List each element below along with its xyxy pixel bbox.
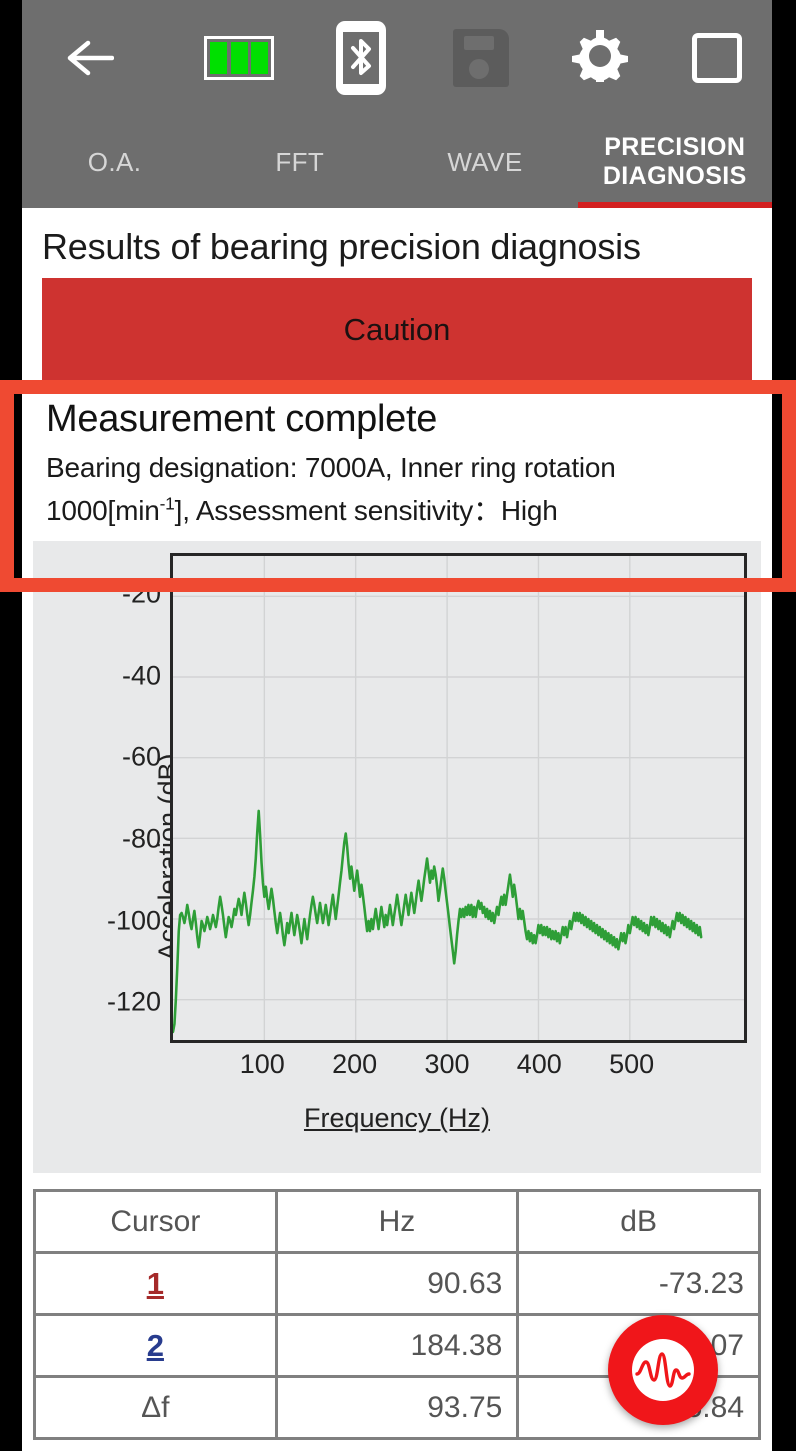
battery-cell: [210, 42, 227, 74]
chart-x-axis-ticks: 100 200 300 400 500: [170, 1049, 747, 1089]
tab-label-line1: PRECISION: [604, 133, 746, 161]
tab-precision-diagnosis[interactable]: PRECISION DIAGNOSIS: [577, 116, 772, 208]
tab-bar: O.A. FFT WAVE PRECISION DIAGNOSIS: [22, 116, 772, 208]
save-button[interactable]: [448, 0, 514, 116]
x-tick-label: 500: [609, 1049, 655, 1079]
tab-wave-label: WAVE: [447, 146, 523, 177]
bluetooth-icon: [336, 21, 386, 95]
tab-oa-label: O.A.: [87, 146, 142, 177]
sensitivity-text: ], Assessment sensitivity：High: [174, 495, 558, 527]
measurement-detail-line1: Bearing designation: 7000A, Inner ring r…: [46, 451, 616, 483]
col-header-hz: Hz: [274, 1189, 520, 1254]
rotation-value: 1000[min: [46, 495, 160, 527]
cell-hz: 184.38: [274, 1313, 520, 1378]
cell-cursor[interactable]: 2: [33, 1313, 278, 1378]
waveform-pulse-icon: [632, 1339, 694, 1401]
device-screen: O.A. FFT WAVE PRECISION DIAGNOSIS Result…: [0, 0, 796, 1451]
tab-wave[interactable]: WAVE: [392, 116, 577, 208]
stop-square-icon: [692, 33, 742, 83]
measure-fab-button[interactable]: [608, 1315, 718, 1425]
tab-active-indicator: [577, 202, 772, 208]
x-tick-label: 100: [239, 1049, 285, 1079]
save-floppy-icon: [453, 29, 509, 87]
measurement-heading: Measurement complete: [46, 398, 438, 440]
cell-db: -73.23: [516, 1251, 761, 1316]
y-tick-label: -100: [106, 905, 161, 935]
page-title: Results of bearing precision diagnosis: [42, 226, 641, 267]
status-badge: Caution: [42, 278, 752, 390]
cursor-marker-2: 2: [146, 1327, 164, 1363]
y-tick-label: -80: [121, 823, 161, 854]
spectrum-chart[interactable]: Acceleration (dB) -20 -40 -60 -80 -100 -120 1…: [33, 541, 761, 1173]
table-row[interactable]: 1 90.63 -73.23: [33, 1251, 761, 1316]
x-tick-label: 300: [424, 1049, 470, 1079]
cell-hz: 90.63: [274, 1251, 520, 1316]
x-tick-label: 400: [516, 1049, 562, 1079]
cursor-delta-label: Δf: [141, 1390, 170, 1424]
x-tick-label: 200: [332, 1049, 378, 1079]
cursor-marker-1: 1: [146, 1265, 164, 1301]
tab-oa[interactable]: O.A.: [22, 116, 207, 208]
cell-cursor[interactable]: Δf: [33, 1375, 278, 1440]
cell-hz: 93.75: [274, 1375, 520, 1440]
cell-cursor[interactable]: 1: [33, 1251, 278, 1316]
chart-svg: [173, 556, 744, 1040]
battery-cell: [251, 42, 268, 74]
tab-precision-diagnosis-label: PRECISION DIAGNOSIS: [603, 133, 747, 191]
chart-y-axis-ticks: -20 -40 -60 -80 -100 -120: [73, 553, 161, 1043]
battery-cell: [230, 42, 248, 74]
col-header-db: dB: [516, 1189, 761, 1254]
stop-button[interactable]: [684, 0, 750, 116]
battery-indicator: [196, 0, 282, 116]
bluetooth-glyph-bg: [343, 32, 379, 84]
chart-plot-area[interactable]: [170, 553, 747, 1043]
app-content: O.A. FFT WAVE PRECISION DIAGNOSIS Result…: [22, 0, 772, 1451]
measurement-detail-line2: 1000[min-1], Assessment sensitivity：High: [46, 491, 748, 531]
tab-label-line2: DIAGNOSIS: [602, 162, 747, 190]
y-tick-label: -120: [106, 986, 161, 1017]
back-button[interactable]: [56, 0, 122, 116]
tab-fft[interactable]: FFT: [207, 116, 392, 208]
rotation-exponent: -1: [159, 493, 175, 514]
chart-x-axis-label: Frequency (Hz): [303, 1103, 491, 1133]
tab-fft-label: FFT: [275, 146, 325, 177]
back-arrow-icon: [64, 37, 114, 79]
y-tick-label: -60: [121, 741, 161, 772]
app-bar: [22, 0, 772, 116]
y-tick-label: -20: [121, 578, 161, 609]
status-banner-wrap: Caution: [22, 278, 772, 390]
bluetooth-button[interactable]: [328, 0, 394, 116]
table-header-row: Cursor Hz dB: [33, 1189, 761, 1254]
settings-button[interactable]: [567, 0, 633, 116]
col-header-cursor: Cursor: [33, 1189, 278, 1254]
gear-icon: [570, 26, 630, 91]
y-tick-label: -40: [121, 660, 161, 690]
battery-icon: [204, 36, 274, 80]
measurement-panel: Measurement complete Bearing designation…: [22, 390, 772, 541]
